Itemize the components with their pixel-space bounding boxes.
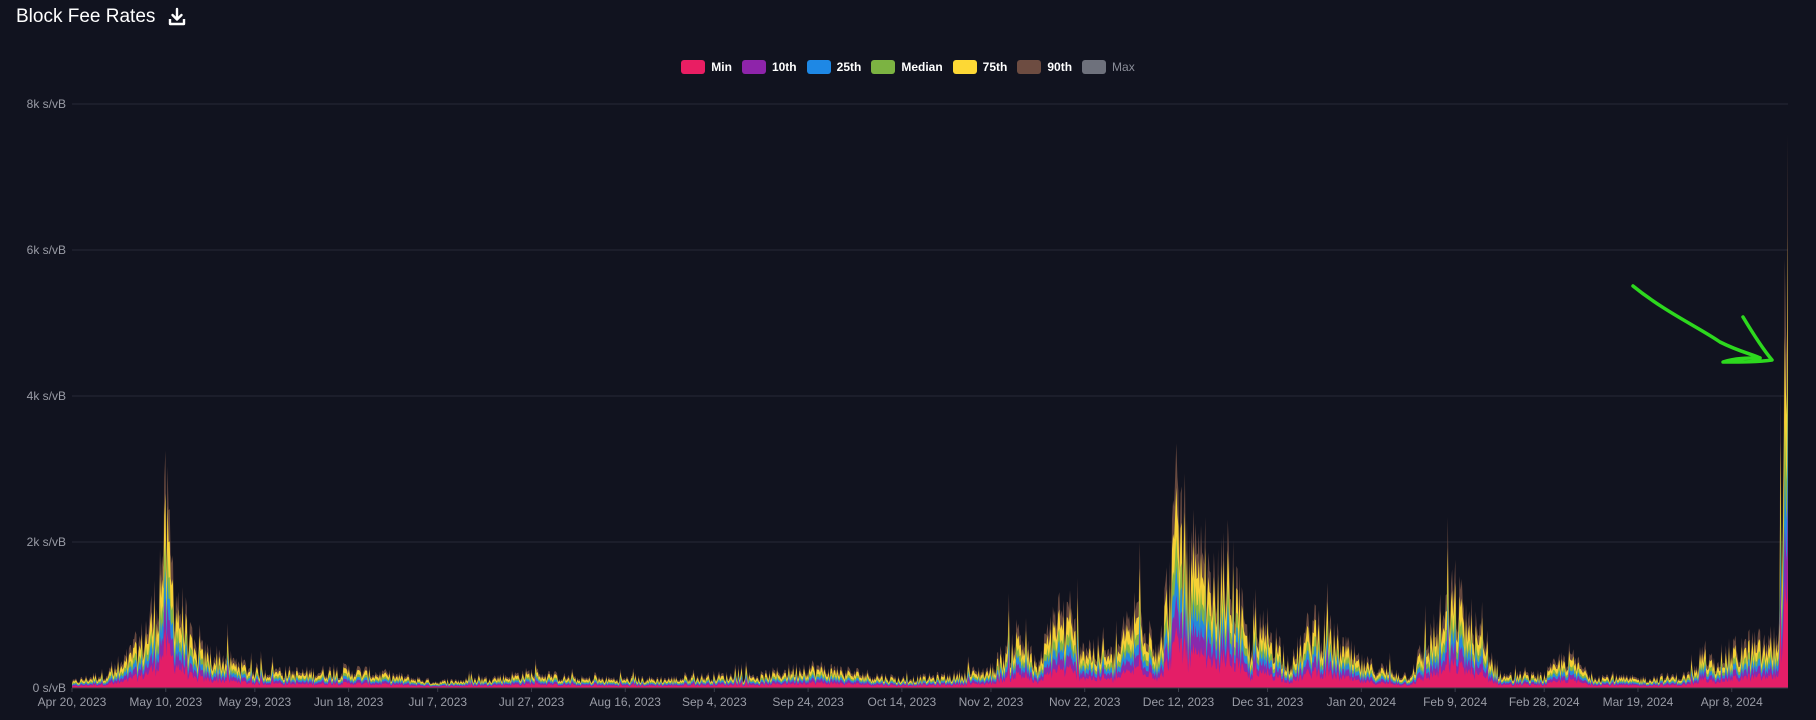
fee-rate-chart[interactable]: 0 s/vB 2k s/vB 4k s/vB 6k s/vB 8k s/vB Apr 2… [0,0,1816,720]
x-tick-label: Nov 2, 2023 [959,695,1024,709]
arrow-shaft [1631,284,1762,360]
arrow-head [1721,315,1774,364]
y-tick-label: 2k s/vB [27,535,66,549]
x-tick-label: Feb 9, 2024 [1423,695,1487,709]
x-tick-label: May 29, 2023 [218,695,291,709]
x-axis: Apr 20, 2023 May 10, 2023 May 29, 2023 Jun … [38,688,1763,709]
y-tick-label: 8k s/vB [27,97,66,111]
x-tick-label: Apr 8, 2024 [1701,695,1763,709]
x-tick-label: Sep 4, 2023 [682,695,747,709]
grid-layer [72,103,1788,689]
x-tick-label: Sep 24, 2023 [772,695,844,709]
x-tick-label: Apr 20, 2023 [38,695,107,709]
x-tick-label: Jun 18, 2023 [314,695,384,709]
x-tick-label: Mar 19, 2024 [1603,695,1674,709]
y-tick-label: 0 s/vB [33,681,66,695]
x-tick-label: Jul 27, 2023 [499,695,565,709]
area-series-75th [72,233,1788,688]
y-axis: 0 s/vB 2k s/vB 4k s/vB 6k s/vB 8k s/vB [27,97,66,695]
area-layer [72,133,1788,689]
y-tick-label: 4k s/vB [27,389,66,403]
x-tick-label: May 10, 2023 [129,695,202,709]
area-series-10th [72,477,1788,688]
area-series-25th [72,410,1788,688]
x-tick-label: Nov 22, 2023 [1049,695,1121,709]
annotation-arrow [1631,284,1774,364]
x-tick-label: Jan 20, 2024 [1327,695,1397,709]
x-tick-label: Feb 28, 2024 [1509,695,1580,709]
x-tick-label: Dec 12, 2023 [1143,695,1215,709]
x-tick-label: Jul 7, 2023 [408,695,467,709]
area-series-90th [72,133,1788,688]
x-tick-label: Oct 14, 2023 [868,695,937,709]
x-tick-label: Dec 31, 2023 [1232,695,1304,709]
y-tick-label: 6k s/vB [27,243,66,257]
x-tick-label: Aug 16, 2023 [590,695,662,709]
